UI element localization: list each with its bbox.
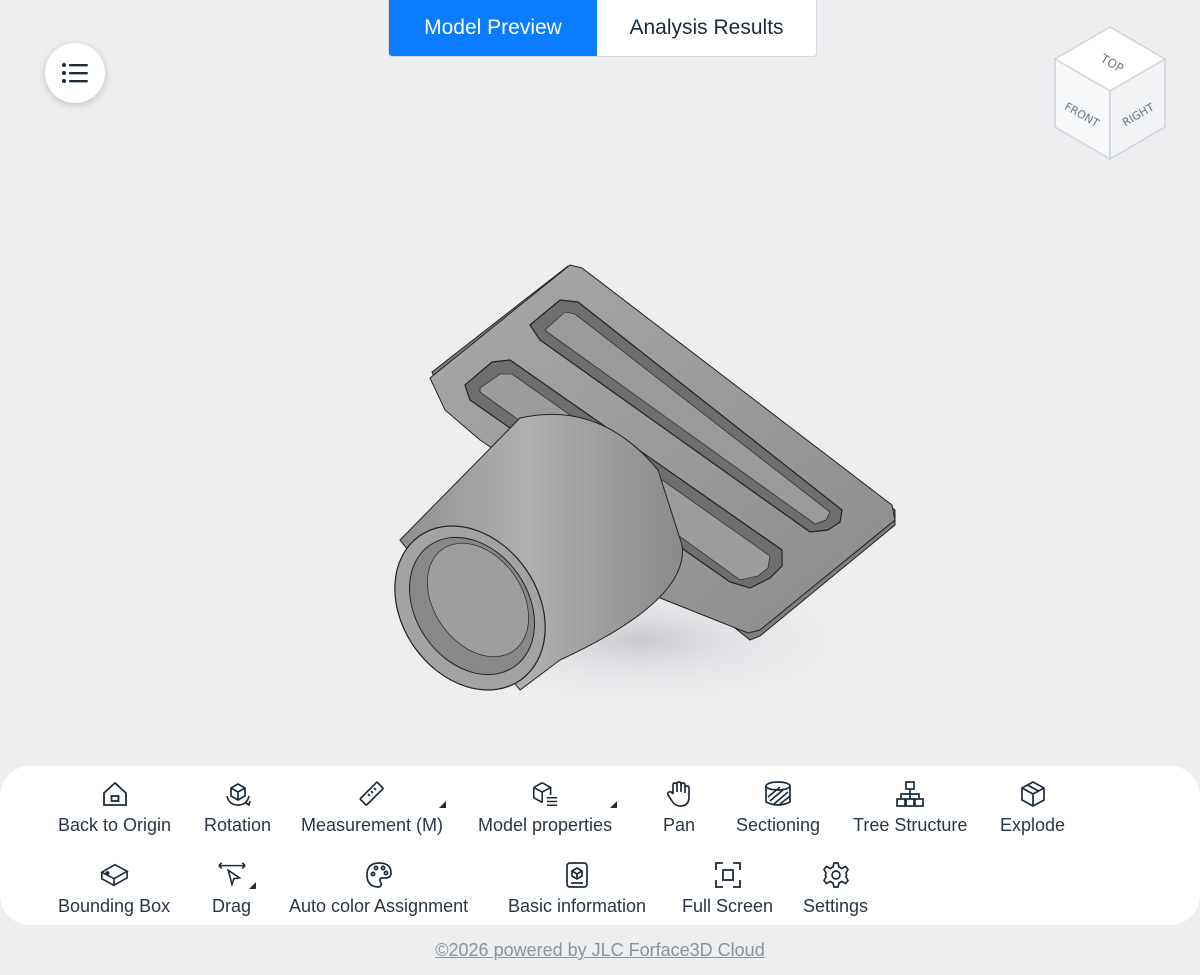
rotation-label: Rotation [204, 815, 272, 835]
model-properties-label: Model properties [478, 815, 613, 835]
drag-button[interactable]: Drag [212, 860, 256, 917]
auto-color-assignment-label: Auto color Assignment [289, 896, 469, 916]
section-cylinder-icon [763, 779, 793, 809]
pan-button[interactable]: Pan [663, 779, 695, 836]
tab-model-preview[interactable]: Model Preview [389, 0, 597, 56]
settings-button[interactable]: Settings [803, 860, 868, 917]
bounding-box-label: Bounding Box [58, 896, 171, 916]
basic-information-label: Basic information [508, 896, 647, 916]
measurement-button[interactable]: Measurement (M) [301, 779, 446, 836]
fullscreen-icon [713, 860, 743, 890]
pan-label: Pan [663, 815, 696, 835]
list-icon [62, 63, 88, 83]
model-properties-button[interactable]: Model properties [478, 779, 617, 836]
rotate-cube-icon [223, 779, 253, 809]
dropdown-corner-icon [439, 801, 446, 808]
view-tabs: Model Preview Analysis Results [388, 0, 817, 57]
bottom-toolbar: Back to Origin Rotation Measurement (M) … [0, 766, 1200, 925]
full-screen-button[interactable]: Full Screen [682, 860, 773, 917]
rotation-button[interactable]: Rotation [204, 779, 271, 836]
settings-label: Settings [803, 896, 869, 916]
cube-list-icon [530, 779, 560, 809]
back-to-origin-button[interactable]: Back to Origin [58, 779, 171, 836]
sectioning-button[interactable]: Sectioning [736, 779, 820, 836]
hand-icon [664, 779, 694, 809]
full-screen-label: Full Screen [682, 896, 774, 916]
explode-cube-icon [1018, 779, 1048, 809]
ruler-icon [357, 779, 387, 809]
bounding-box-icon [99, 860, 129, 890]
bounding-box-button[interactable]: Bounding Box [58, 860, 170, 917]
drag-label: Drag [212, 896, 252, 916]
footer-link[interactable]: ©2026 powered by JLC Forface3D Cloud [0, 940, 1200, 961]
tab-analysis-results[interactable]: Analysis Results [597, 0, 816, 56]
tree-icon [895, 779, 925, 809]
explode-label: Explode [1000, 815, 1066, 835]
dropdown-corner-icon [249, 882, 256, 889]
basic-information-button[interactable]: Basic information [508, 860, 646, 917]
info-doc-icon [562, 860, 592, 890]
drag-cursor-icon [217, 860, 247, 890]
auto-color-assignment-button[interactable]: Auto color Assignment [289, 860, 468, 917]
tree-structure-label: Tree Structure [853, 815, 968, 835]
explode-button[interactable]: Explode [1000, 779, 1065, 836]
menu-button[interactable] [45, 43, 105, 103]
sectioning-label: Sectioning [736, 815, 821, 835]
3d-model-viewport[interactable] [380, 255, 910, 725]
palette-icon [364, 860, 394, 890]
back-to-origin-label: Back to Origin [58, 815, 172, 835]
view-cube[interactable]: TOP FRONT RIGHT [1050, 22, 1170, 162]
gear-icon [821, 860, 851, 890]
tree-structure-button[interactable]: Tree Structure [853, 779, 967, 836]
home-icon [100, 779, 130, 809]
measurement-label: Measurement (M) [301, 815, 444, 835]
dropdown-corner-icon [610, 801, 617, 808]
